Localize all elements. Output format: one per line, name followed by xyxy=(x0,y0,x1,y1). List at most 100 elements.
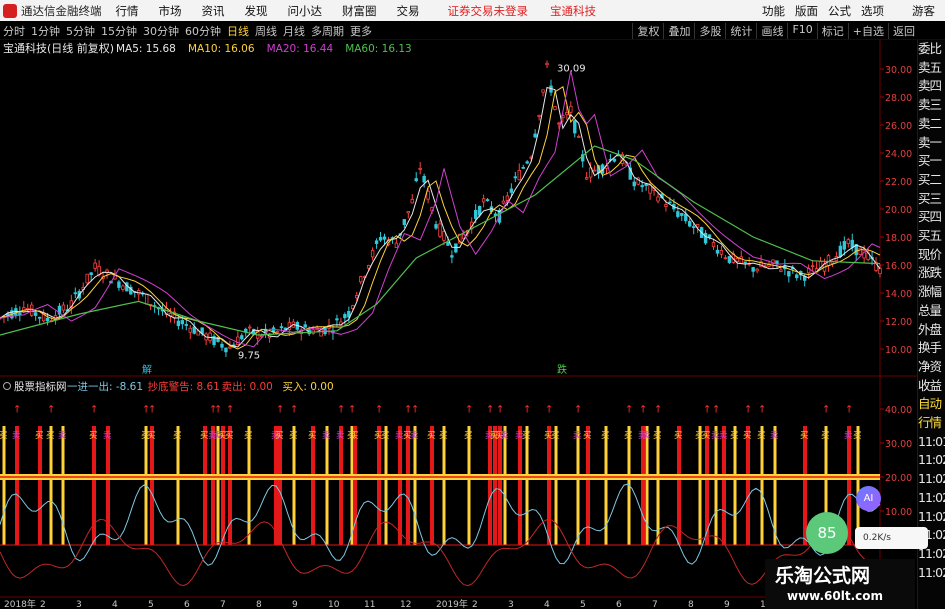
speed-badge[interactable]: 85 xyxy=(806,512,848,554)
candle-body xyxy=(850,239,854,248)
buy-signal-bar xyxy=(325,426,329,545)
toolbar-function[interactable]: 功能 xyxy=(762,3,785,19)
menu-item[interactable]: 行情 xyxy=(116,3,139,19)
period-tab[interactable]: 30分钟 xyxy=(140,23,182,39)
signal-tag: 买 xyxy=(522,431,531,441)
sell-signal-bar xyxy=(746,426,750,545)
quote-label: 现价 xyxy=(918,246,942,262)
period-tab[interactable]: 日线 xyxy=(224,23,252,39)
period-tab[interactable]: 60分钟 xyxy=(182,23,224,39)
period-tab[interactable]: 更多 xyxy=(347,23,375,39)
chart-tool-button[interactable]: 多股 xyxy=(694,22,725,39)
toolbar-formula[interactable]: 公式 xyxy=(828,3,851,19)
quote-label: 11:02 xyxy=(918,471,945,487)
event-marker-fall: 跌 xyxy=(557,363,567,376)
period-tab[interactable]: 15分钟 xyxy=(98,23,140,39)
candle-body xyxy=(224,347,228,353)
chart-tool-button[interactable]: 标记 xyxy=(816,22,848,39)
candle-body xyxy=(378,237,383,241)
x-tick-label: 5 xyxy=(580,600,586,609)
sell-signal-bar xyxy=(398,426,402,545)
toolbar-options[interactable]: 选项 xyxy=(861,3,884,19)
ma60-line xyxy=(0,145,881,336)
sell-signal-bar xyxy=(488,426,492,545)
chart-tool-button[interactable]: +自选 xyxy=(847,22,888,39)
buy-signal-bar xyxy=(576,426,580,545)
candle-body xyxy=(93,262,97,269)
app-title: 通达信金融终端 xyxy=(21,3,102,18)
candle-body xyxy=(414,178,418,182)
menu-item[interactable]: 财富圈 xyxy=(342,3,377,19)
period-tab[interactable]: 1分钟 xyxy=(28,23,63,39)
period-tab[interactable]: 周线 xyxy=(252,23,280,39)
period-tab[interactable]: 分时 xyxy=(0,23,28,39)
chart-tool-button[interactable]: 返回 xyxy=(888,22,919,39)
candle-body xyxy=(188,327,192,333)
signal-tag: 卖 xyxy=(500,431,509,441)
candle-body xyxy=(406,211,410,214)
sell-signal-bar xyxy=(677,426,681,545)
guest-user[interactable]: 游客 xyxy=(912,3,935,19)
indicator-title: 股票指标网 xyxy=(14,380,67,393)
login-status[interactable]: 证券交易未登录 xyxy=(448,3,529,19)
chart-tool-button[interactable]: 画线 xyxy=(756,22,787,39)
chart-tool-button[interactable]: 叠加 xyxy=(663,22,694,39)
candle-body xyxy=(144,293,149,305)
network-badge: 0.2K/s xyxy=(855,527,928,549)
chart-area[interactable]: 宝通科技(日线 前复权) MA5: 15.68 MA10: 16.06 MA20: 1… xyxy=(0,40,917,609)
event-marker-unlock: 解 xyxy=(142,363,152,376)
candle-body xyxy=(184,324,189,326)
candle-body xyxy=(573,120,577,134)
candle-body xyxy=(858,247,862,255)
ai-assistant-button[interactable]: AI xyxy=(856,486,881,511)
quote-label: 总量 xyxy=(918,302,942,318)
x-tick-label: 8 xyxy=(688,600,694,609)
candle-body xyxy=(176,320,181,327)
menu-item[interactable]: 发现 xyxy=(245,3,268,19)
signal-tag: 卖 xyxy=(58,431,67,441)
menu-item[interactable]: 市场 xyxy=(159,3,182,19)
period-tab[interactable]: 5分钟 xyxy=(63,23,98,39)
buy-signal-bar xyxy=(442,426,446,545)
candle-body xyxy=(319,329,323,337)
candle-body xyxy=(779,269,783,272)
x-tick-label: 4 xyxy=(112,600,118,609)
period-tab[interactable]: 月线 xyxy=(280,23,308,39)
signal-tag: 买 xyxy=(624,431,633,441)
sell-signal-bar xyxy=(722,426,726,545)
signal-tag: 买 xyxy=(308,431,317,441)
candle-body xyxy=(454,243,458,253)
x-tick-label: 9 xyxy=(724,600,730,609)
candle-body xyxy=(838,245,843,258)
quote-label: 收益 xyxy=(918,377,942,393)
quote-label: 买二 xyxy=(918,171,942,187)
menu-item[interactable]: 交易 xyxy=(397,3,420,19)
up-arrow-icon: ↑ xyxy=(411,404,419,415)
candle-body xyxy=(644,183,648,186)
signal-tag: 买 xyxy=(583,431,592,441)
menu-item[interactable]: 问小达 xyxy=(288,3,323,19)
candle-body xyxy=(279,326,284,329)
quote-label: 外盘 xyxy=(918,321,942,337)
candle-body xyxy=(846,239,850,244)
candle-body xyxy=(45,317,50,322)
y-tick-label: 16.00 xyxy=(885,261,912,272)
candle-body xyxy=(688,221,692,227)
candle-body xyxy=(220,343,224,348)
candle-body xyxy=(541,89,545,93)
x-tick-label: 2019年 xyxy=(436,598,468,609)
candle-body xyxy=(343,314,347,319)
candle-body xyxy=(656,196,660,202)
toolbar-layout[interactable]: 版面 xyxy=(795,3,818,19)
chart-tool-button[interactable]: 复权 xyxy=(632,22,663,39)
menu-item[interactable]: 资讯 xyxy=(202,3,225,19)
x-tick-label: 9 xyxy=(292,600,298,609)
quote-label: 自动 xyxy=(918,396,942,412)
chart-tool-button[interactable]: F10 xyxy=(787,22,816,39)
chart-tool-button[interactable]: 统计 xyxy=(725,22,756,39)
period-tab[interactable]: 多周期 xyxy=(308,23,347,39)
buy-signal-bar xyxy=(413,426,417,545)
sell-signal-bar xyxy=(311,426,315,545)
signal-tag: 买 xyxy=(551,431,560,441)
candle-body xyxy=(592,169,597,172)
